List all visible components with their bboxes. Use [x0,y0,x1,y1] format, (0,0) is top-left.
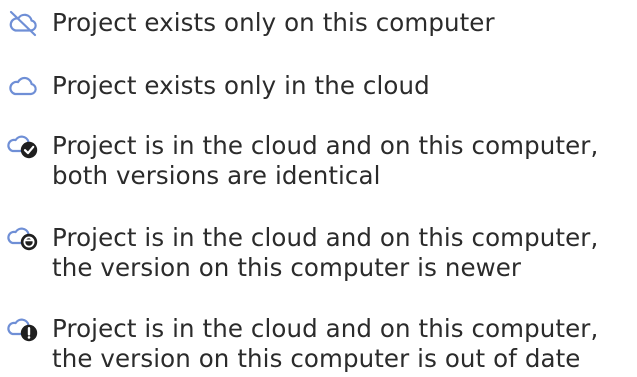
legend-line: Project is in the cloud and on this comp… [52,223,599,252]
cloud-status-legend: Project exists only on this computer Pro… [0,0,637,377]
legend-item-text: Project is in the cloud and on this comp… [52,314,598,374]
legend-line: Project is in the cloud and on this comp… [52,314,599,343]
legend-item-cloud-only: Project exists only in the cloud [6,71,430,103]
legend-item-local-outdated: Project is in the cloud and on this comp… [6,314,598,374]
legend-item-local-only: Project exists only on this computer [6,8,495,40]
cloud-newer-icon [7,227,38,251]
legend-line: both versions are identical [52,161,381,190]
cloud-off-icon [9,10,37,37]
cloud-outdated-icon [7,318,38,342]
legend-item-text: Project is in the cloud and on this comp… [52,131,598,191]
cloud-synced-icon [7,135,38,159]
legend-item-synced: Project is in the cloud and on this comp… [6,131,598,191]
legend-line: the version on this computer is newer [52,253,522,282]
legend-line: the version on this computer is out of d… [52,344,581,373]
legend-item-local-newer: Project is in the cloud and on this comp… [6,223,598,283]
legend-line: Project is in the cloud and on this comp… [52,131,599,160]
legend-line: Project exists only in the cloud [52,71,430,100]
legend-item-text: Project is in the cloud and on this comp… [52,223,598,283]
legend-item-text: Project exists only in the cloud [52,71,430,101]
legend-item-text: Project exists only on this computer [52,8,495,38]
legend-line: Project exists only on this computer [52,8,495,37]
cloud-icon [9,76,37,96]
